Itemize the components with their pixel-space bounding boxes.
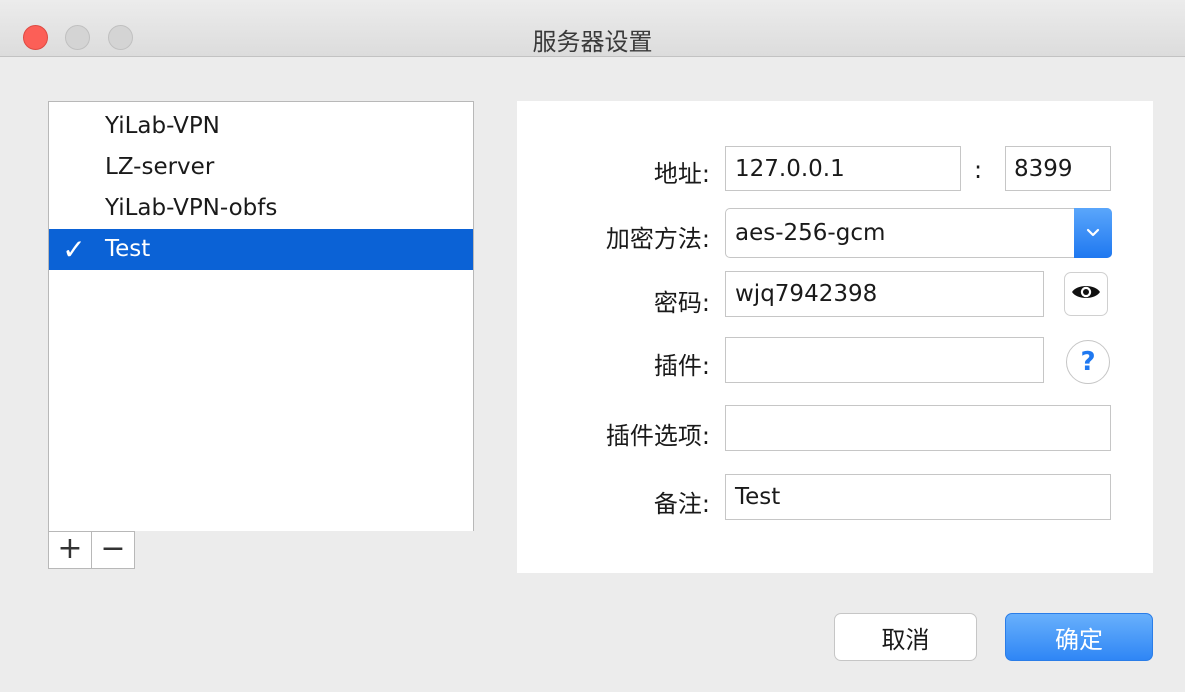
window-title: 服务器设置 [532,28,653,56]
server-name: LZ-server [105,154,215,180]
server-list-item[interactable]: YiLab-VPN [49,106,473,147]
remove-server-button[interactable]: − [91,531,135,569]
server-name: YiLab-VPN-obfs [105,195,278,221]
server-list[interactable]: YiLab-VPN LZ-server YiLab-VPN-obfs ✓ Tes… [48,101,474,532]
address-field[interactable]: 127.0.0.1 [725,146,961,191]
toggle-password-visibility-button[interactable] [1064,272,1108,316]
eye-icon [1071,282,1101,306]
plugin-options-field[interactable] [725,405,1111,451]
encryption-method-select[interactable]: aes-256-gcm [725,208,1112,258]
plugin-help-button[interactable]: ? [1066,340,1110,384]
password-field[interactable]: wjq7942398 [725,271,1044,317]
add-server-button[interactable]: + [48,531,92,569]
cancel-button[interactable]: 取消 [834,613,977,661]
address-value: 127.0.0.1 [735,155,845,182]
plugin-label: 插件: [653,352,710,380]
address-label: 地址: [653,160,710,188]
plugin-field[interactable] [725,337,1044,383]
plugin-options-label: 插件选项: [605,422,710,450]
encryption-method-value: aes-256-gcm [735,220,886,246]
checkmark-icon: ✓ [62,233,86,266]
remark-field[interactable]: Test [725,474,1111,520]
remark-label: 备注: [653,490,710,518]
chevron-down-icon[interactable] [1074,208,1112,258]
server-list-item[interactable]: YiLab-VPN-obfs [49,188,473,229]
port-field[interactable]: 8399 [1005,146,1111,191]
remark-value: Test [735,484,781,510]
ok-button[interactable]: 确定 [1005,613,1153,661]
title-bar: 服务器设置 [0,0,1185,57]
server-name: YiLab-VPN [105,113,220,139]
server-list-item-selected[interactable]: ✓ Test [49,229,473,270]
server-settings-window: 服务器设置 YiLab-VPN LZ-server YiLab-VPN-obfs… [0,0,1185,692]
server-name: Test [105,236,151,262]
server-list-item[interactable]: LZ-server [49,147,473,188]
encryption-method-label: 加密方法: [605,225,710,253]
question-icon: ? [1080,347,1096,377]
server-list-toolbar: + − [48,531,474,571]
port-value: 8399 [1014,155,1073,182]
password-value: wjq7942398 [735,281,878,307]
port-separator: : [974,156,983,184]
password-label: 密码: [653,289,710,317]
